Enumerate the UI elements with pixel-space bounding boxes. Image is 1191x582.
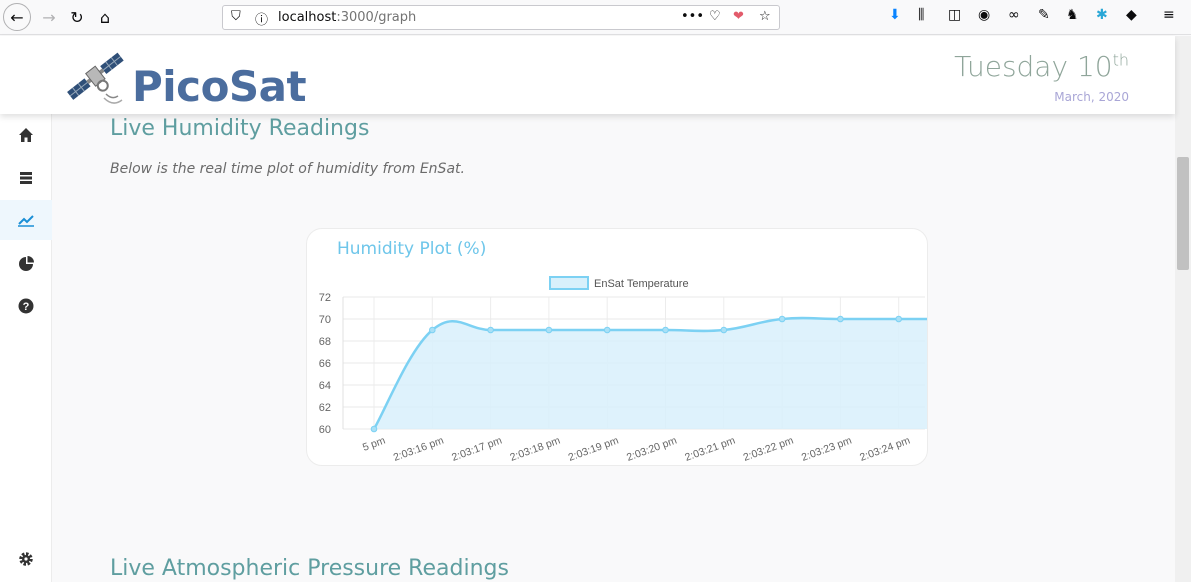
pocket-icon[interactable]: ♡	[709, 9, 721, 24]
home-icon	[19, 128, 33, 142]
data-point	[895, 315, 903, 323]
extension-mask-icon[interactable]: ∞	[1008, 7, 1020, 23]
y-tick-label: 66	[319, 358, 331, 370]
humidity-section-title: Live Humidity Readings	[110, 116, 370, 141]
x-tick-label: 5 pm	[361, 434, 387, 453]
url-host: localhost	[278, 10, 337, 25]
legend-swatch	[549, 276, 589, 290]
series-area	[374, 318, 927, 429]
eyedropper-icon[interactable]: ✎	[1038, 7, 1050, 23]
bird-extension-icon[interactable]: ♞	[1066, 7, 1079, 23]
gear-icon	[19, 552, 33, 566]
page-scrollbar-thumb[interactable]	[1177, 157, 1189, 270]
sidebar: ?	[0, 114, 52, 582]
x-tick-label: 2:03:18 pm	[508, 434, 562, 463]
menu-icon[interactable]: ≡	[1163, 7, 1175, 23]
downloads-icon[interactable]: ⬇	[889, 7, 901, 23]
x-tick-label: 2:03:23 pm	[800, 434, 854, 463]
data-point	[662, 326, 669, 334]
bookmark-star-icon[interactable]: ☆	[759, 9, 771, 24]
data-point	[429, 326, 436, 334]
data-point	[778, 315, 786, 323]
sidebar-item-home[interactable]	[0, 115, 52, 155]
data-point	[720, 326, 728, 334]
humidity-chart-card: Humidity Plot (%) 60 62 64 66 68 70 72 EnSat Te…	[306, 228, 928, 466]
data-point	[487, 326, 494, 334]
date-suffix: th	[1112, 50, 1129, 70]
account-icon[interactable]: ◉	[978, 7, 990, 23]
x-tick-label: 2:03:17 pm	[450, 434, 504, 463]
reload-button[interactable]: ↻	[64, 4, 90, 30]
humidity-chart: 60 62 64 66 68 70 72 EnSat Temperature 5 pm 2:03:…	[319, 276, 927, 464]
brand-name: PicoSat	[132, 62, 307, 111]
home-button[interactable]: ⌂	[92, 4, 118, 30]
data-point	[370, 425, 378, 433]
current-date: Tuesday 10th	[954, 50, 1129, 83]
database-icon	[20, 172, 32, 184]
y-tick-label: 68	[319, 336, 331, 348]
data-point	[545, 326, 553, 334]
chart-line-icon	[18, 215, 34, 227]
humidity-description: Below is the real time plot of humidity …	[110, 161, 465, 177]
data-point	[603, 326, 611, 334]
help-icon: ?	[18, 298, 34, 314]
pressure-section-title: Live Atmospheric Pressure Readings	[110, 556, 509, 581]
shield-icon[interactable]: ⛉	[231, 9, 241, 24]
sidebar-item-settings[interactable]	[0, 539, 52, 579]
address-bar[interactable]: ⛉ ⓘ localhost:3000/graph ••• ♡ ❤ ☆	[222, 5, 780, 30]
page-actions-icon[interactable]: •••	[681, 9, 704, 24]
legend-label: EnSat Temperature	[594, 278, 689, 290]
y-tick-label: 64	[319, 380, 331, 392]
x-tick-label: 2:03:16 pm	[392, 434, 446, 463]
bug-extension-icon[interactable]: ✱	[1096, 7, 1108, 23]
sidebar-item-data[interactable]	[0, 158, 52, 198]
x-tick-label: 2:03:19 pm	[567, 434, 621, 463]
sidebar-item-graph[interactable]	[0, 200, 52, 240]
back-button[interactable]: ←	[3, 3, 31, 31]
pie-chart-icon	[19, 256, 34, 271]
satellite-logo-icon	[67, 52, 124, 104]
x-tick-label: 2:03:22 pm	[742, 434, 796, 463]
app-header: PicoSat Tuesday 10th March, 2020	[0, 36, 1175, 114]
y-tick-label: 70	[319, 314, 331, 326]
info-icon[interactable]: ⓘ	[255, 9, 268, 28]
x-tick-label: 2:03:21 pm	[683, 434, 737, 463]
url-text: localhost:3000/graph	[278, 10, 416, 25]
sidebar-toggle-icon[interactable]: ◫	[948, 7, 961, 23]
y-tick-label: 60	[319, 424, 331, 436]
extension-icon[interactable]: ❤	[733, 9, 744, 24]
sidebar-item-stats[interactable]	[0, 244, 52, 284]
y-tick-label: 62	[319, 402, 331, 414]
browser-toolbar: ← → ↻ ⌂ ⛉ ⓘ localhost:3000/graph ••• ♡ ❤…	[0, 0, 1191, 35]
data-point	[837, 315, 844, 323]
current-month-year: March, 2020	[1054, 90, 1129, 104]
x-tick-label: 2:03:20 pm	[625, 434, 679, 463]
sidebar-item-help[interactable]: ?	[0, 286, 52, 326]
fish-extension-icon[interactable]: ◆	[1126, 7, 1137, 23]
forward-button[interactable]: →	[36, 4, 62, 30]
y-tick-label: 72	[319, 292, 331, 304]
library-icon[interactable]: ⫼	[918, 7, 924, 23]
url-path: :3000/graph	[336, 10, 417, 25]
svg-text:?: ?	[23, 301, 30, 313]
date-day: Tuesday 10	[954, 50, 1113, 83]
page-scrollbar-track[interactable]	[1175, 36, 1191, 582]
x-tick-label: 2:03:24 pm	[858, 434, 912, 463]
